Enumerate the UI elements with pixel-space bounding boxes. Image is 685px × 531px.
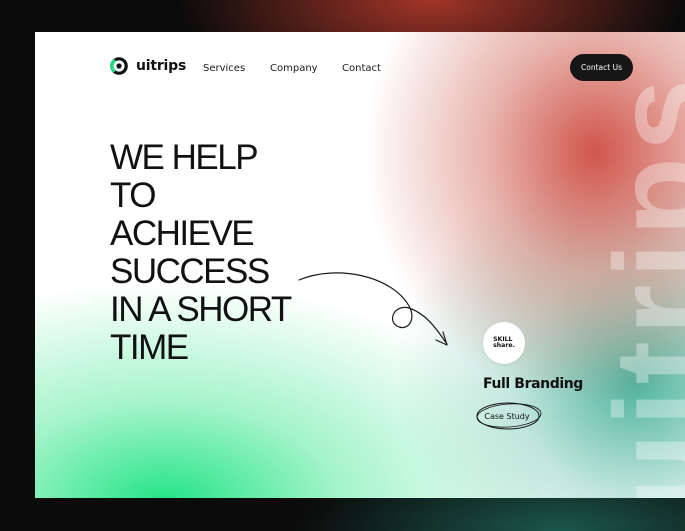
brand-logo[interactable]: uitrips (109, 56, 186, 76)
curly-arrow-icon (298, 272, 448, 346)
brand-name: uitrips (136, 58, 187, 74)
skillshare-wordmark: SKILL share. (493, 336, 515, 349)
nav-link-company[interactable]: Company (270, 63, 318, 74)
decorative-brand-text: uitrips (587, 72, 685, 498)
nav-link-services[interactable]: Services (203, 63, 245, 74)
top-navigation: uitrips Services Company Contact Contact… (35, 32, 685, 104)
case-study-label: Case Study (484, 411, 530, 421)
nav-link-contact[interactable]: Contact (342, 63, 381, 74)
contact-us-button[interactable]: Contact Us (570, 54, 633, 81)
case-study-link[interactable]: Case Study (474, 399, 544, 433)
landing-card: uitrips uitrips Services Company Contact… (35, 32, 685, 498)
ring-logo-icon (110, 57, 128, 75)
project-title: Full Branding (483, 376, 583, 392)
skillshare-logo-badge: SKILL share. (483, 322, 525, 364)
